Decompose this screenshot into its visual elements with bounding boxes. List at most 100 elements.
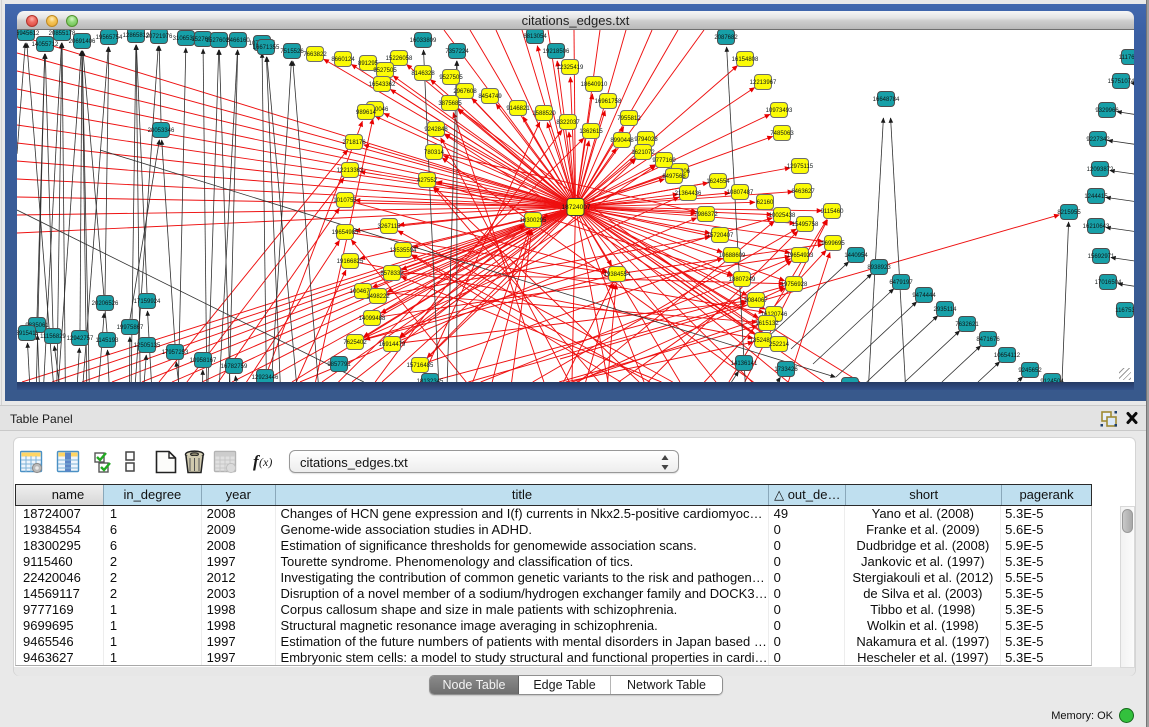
svg-text:16210643: 16210643: [1083, 224, 1110, 230]
svg-text:2935114: 2935114: [934, 307, 958, 313]
svg-text:1362615: 1362615: [579, 129, 603, 135]
svg-text:(x): (x): [259, 455, 272, 469]
svg-text:2967608: 2967608: [453, 89, 477, 95]
svg-text:1621072: 1621072: [631, 150, 655, 156]
svg-text:16154808: 16154808: [732, 57, 759, 63]
svg-text:6497568: 6497568: [662, 174, 686, 180]
svg-text:8813054: 8813054: [523, 34, 547, 40]
svg-text:9527505: 9527505: [373, 68, 397, 74]
svg-text:19975867: 19975867: [117, 325, 144, 331]
svg-text:10654112: 10654112: [994, 353, 1021, 359]
svg-text:12975115: 12975115: [787, 164, 814, 170]
svg-text:3875685: 3875685: [438, 101, 462, 107]
svg-text:6463627: 6463627: [791, 189, 815, 195]
svg-text:10688609: 10688609: [719, 253, 746, 259]
svg-text:18300295: 18300295: [520, 218, 547, 224]
svg-text:20206526: 20206526: [92, 301, 119, 307]
svg-text:9777169: 9777169: [652, 158, 676, 164]
svg-text:7357224: 7357224: [445, 49, 469, 55]
svg-text:62160: 62160: [757, 200, 774, 206]
svg-text:8146328: 8146328: [411, 71, 435, 77]
svg-text:15226058: 15226058: [386, 56, 413, 62]
svg-text:891295: 891295: [358, 61, 379, 67]
svg-text:20691406: 20691406: [69, 39, 96, 45]
svg-text:9699695: 9699695: [821, 241, 845, 247]
svg-text:9794028: 9794028: [634, 137, 658, 143]
svg-text:7955812: 7955812: [617, 116, 641, 122]
svg-text:7632621: 7632621: [955, 322, 979, 328]
svg-text:2718176: 2718176: [342, 140, 366, 146]
svg-text:9245652: 9245652: [1018, 368, 1042, 374]
svg-text:7515526: 7515526: [280, 49, 304, 55]
svg-text:19565754: 19565754: [96, 35, 123, 41]
svg-text:1117645: 1117645: [1119, 55, 1134, 61]
svg-text:19654923: 19654923: [787, 253, 814, 259]
svg-text:16961758: 16961758: [595, 99, 622, 105]
svg-text:6479197: 6479197: [889, 280, 913, 286]
svg-text:989614: 989614: [356, 110, 377, 116]
svg-text:17957253: 17957253: [162, 350, 189, 356]
svg-text:8938923: 8938923: [867, 265, 891, 271]
svg-text:7625402: 7625402: [343, 340, 367, 346]
svg-text:13535594: 13535594: [390, 248, 417, 254]
svg-text:2087682: 2087682: [714, 35, 738, 41]
svg-text:19654985: 19654985: [332, 230, 359, 236]
svg-text:19384554: 19384554: [604, 272, 631, 278]
svg-text:16648784: 16648784: [873, 97, 900, 103]
svg-text:10958167: 10958167: [190, 358, 217, 364]
svg-text:1615132: 1615132: [755, 321, 779, 327]
svg-text:16782759: 16782759: [221, 364, 248, 370]
svg-text:17016504: 17016504: [1095, 280, 1122, 286]
svg-text:8578332: 8578332: [380, 271, 404, 277]
svg-text:8660124: 8660124: [331, 57, 355, 63]
svg-text:1010755: 1010755: [333, 198, 357, 204]
svg-text:252214: 252214: [769, 342, 790, 348]
svg-text:9242848: 9242848: [424, 127, 448, 133]
svg-text:15692971: 15692971: [1088, 254, 1115, 260]
svg-text:12093872: 12093872: [1087, 167, 1114, 173]
svg-text:9329966: 9329966: [1095, 108, 1119, 114]
svg-text:1440954: 1440954: [844, 253, 868, 259]
svg-text:3267115: 3267115: [378, 224, 402, 230]
svg-text:19756928: 19756928: [781, 282, 808, 288]
svg-text:116753: 116753: [1115, 308, 1134, 314]
svg-text:14055712: 14055712: [32, 42, 59, 48]
svg-text:6466160: 6466160: [226, 38, 250, 44]
svg-text:18807249: 18807249: [729, 277, 756, 283]
svg-text:19218506: 19218506: [543, 49, 570, 55]
svg-text:780314: 780314: [424, 150, 445, 156]
svg-text:12505135: 12505135: [134, 343, 161, 349]
svg-text:9227342: 9227342: [1086, 137, 1110, 143]
svg-text:1624554: 1624554: [706, 179, 730, 185]
svg-text:15751074: 15751074: [1108, 79, 1134, 85]
svg-text:1498222: 1498222: [366, 294, 390, 300]
svg-text:16033809: 16033809: [410, 38, 437, 44]
svg-text:8322037: 8322037: [556, 120, 580, 126]
svg-text:11156829: 11156829: [40, 334, 66, 340]
svg-text:21364436: 21364436: [675, 191, 702, 197]
svg-text:12923446: 12923446: [252, 375, 279, 381]
svg-text:8471676: 8471676: [976, 337, 1000, 343]
svg-text:19166825: 19166825: [337, 259, 364, 265]
svg-text:1145193: 1145193: [96, 338, 120, 344]
svg-text:3915411: 3915411: [17, 331, 39, 337]
svg-text:10025438: 10025438: [769, 213, 796, 219]
svg-text:18724007: 18724007: [562, 204, 591, 211]
svg-text:12213363: 12213363: [337, 168, 364, 174]
svg-text:12213967: 12213967: [750, 80, 777, 86]
svg-text:1733426: 1733426: [774, 367, 798, 373]
svg-text:8454749: 8454749: [478, 94, 502, 100]
svg-text:16945612: 16945612: [17, 31, 40, 37]
svg-text:1588520: 1588520: [532, 111, 556, 117]
svg-text:7986372: 7986372: [694, 212, 718, 218]
svg-text:9146821: 9146821: [506, 106, 530, 112]
svg-text:10807487: 10807487: [727, 190, 754, 196]
svg-text:20053346: 20053346: [148, 128, 175, 134]
svg-text:15716485: 15716485: [407, 363, 434, 369]
svg-text:17159924: 17159924: [134, 299, 161, 305]
svg-text:7663822: 7663822: [303, 52, 327, 58]
svg-text:9474444: 9474444: [912, 293, 936, 299]
svg-text:16914479: 16914479: [379, 342, 406, 348]
svg-text:1244415: 1244415: [1084, 194, 1108, 200]
svg-text:8990448: 8990448: [610, 138, 634, 144]
